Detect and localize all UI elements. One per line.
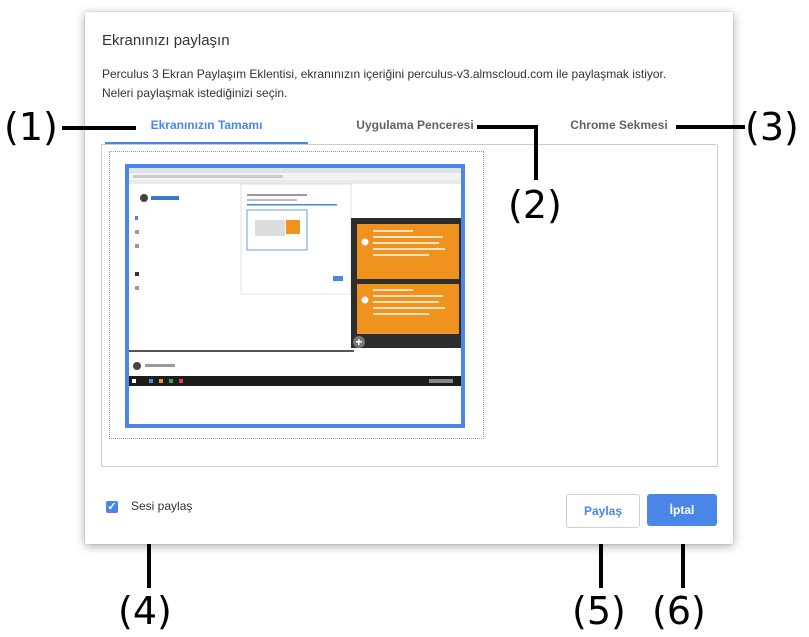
callout-2: (2) — [508, 183, 562, 227]
callout-3: (3) — [745, 105, 799, 149]
callout-1: (1) — [4, 105, 58, 149]
callout-4: (4) — [118, 589, 172, 633]
callout-6: (6) — [652, 589, 706, 633]
callout-5: (5) — [572, 589, 626, 633]
annotation-lines — [62, 125, 745, 588]
